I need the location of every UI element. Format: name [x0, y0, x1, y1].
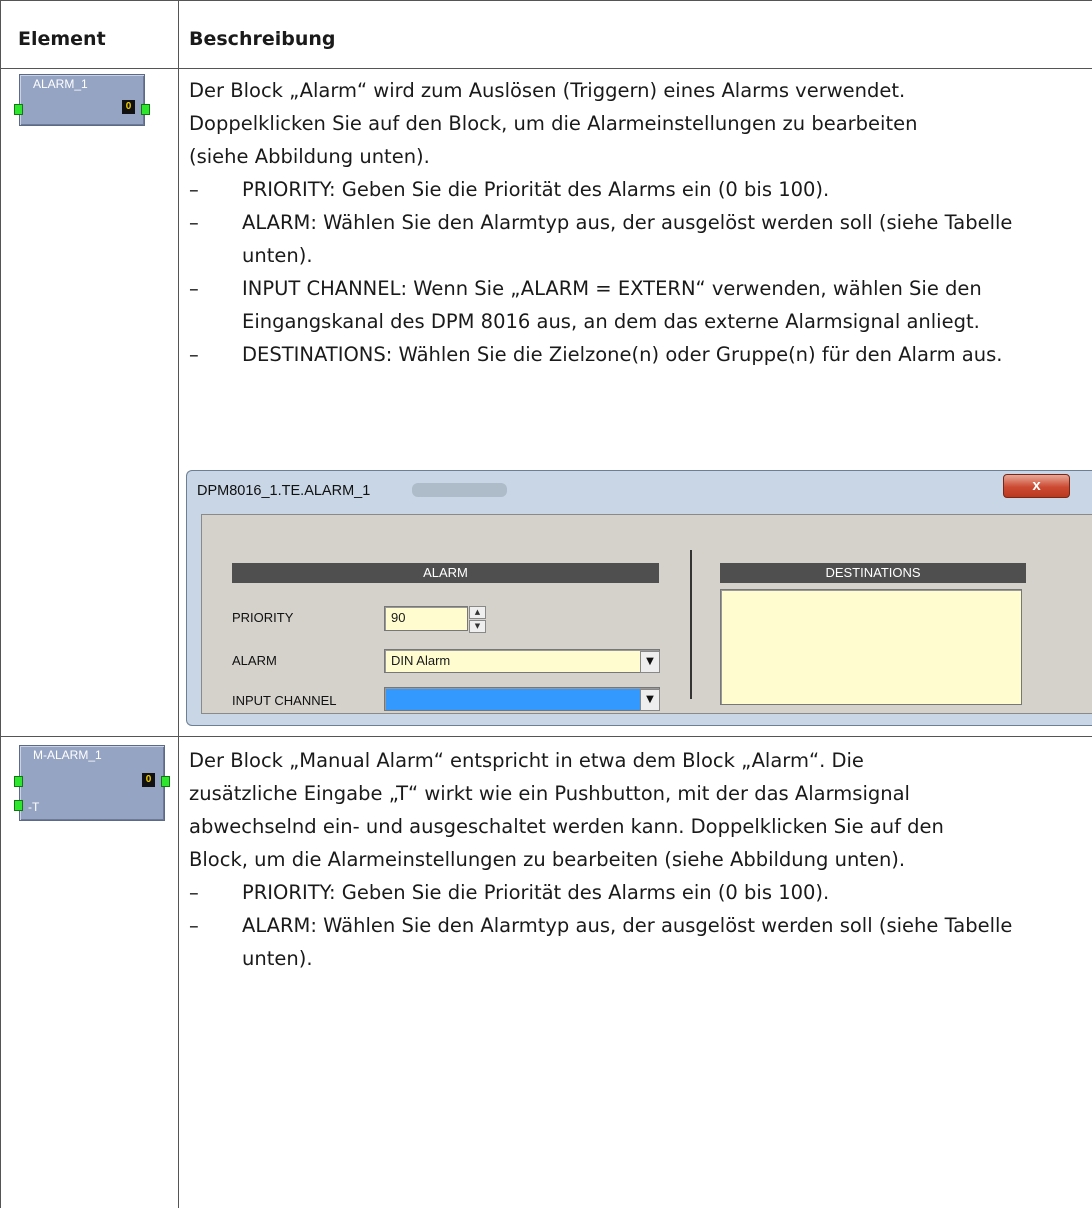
intro-line: Der Block „Alarm“ wird zum Auslösen (Tri…: [189, 79, 906, 102]
dialog-client-area: ALARM DESTINATIONS PRIORITY 90 ▲ ▼ ALARM…: [201, 514, 1092, 714]
chevron-down-icon[interactable]: ▼: [640, 651, 660, 673]
manual-alarm-description: Der Block „Manual Alarm“ entspricht in e…: [189, 744, 1084, 975]
vertical-divider: [690, 550, 692, 699]
block-title: M-ALARM_1: [33, 748, 102, 762]
input-channel-select[interactable]: [384, 687, 660, 711]
dash: –: [189, 881, 199, 904]
list-item-text: PRIORITY: Geben Sie die Priorität des Al…: [242, 178, 830, 201]
list-item-text: INPUT CHANNEL: Wenn Sie „ALARM = EXTERN“…: [242, 277, 982, 333]
dash: –: [189, 211, 199, 234]
intro-line: abwechselnd ein- und ausgeschaltet werde…: [189, 815, 944, 838]
destinations-section-header: DESTINATIONS: [720, 563, 1026, 583]
header-description: Beschreibung: [189, 28, 336, 50]
alarm-section-header: ALARM: [232, 563, 659, 583]
alarm-label: ALARM: [232, 653, 277, 668]
chevron-down-icon[interactable]: ▼: [640, 689, 660, 711]
close-button[interactable]: x: [1003, 474, 1070, 498]
list-item: – ALARM: Wählen Sie den Alarmtyp aus, der…: [189, 206, 1084, 272]
spin-up-icon[interactable]: ▲: [469, 606, 486, 619]
priority-label: PRIORITY: [232, 610, 294, 625]
input-pin[interactable]: [14, 776, 23, 787]
intro-line: Block, um die Alarmeinstellungen zu bear…: [189, 848, 906, 871]
blurred-title-area: [412, 483, 507, 497]
content-table: Element Beschreibung ALARM_1 0 Der Block…: [0, 0, 1092, 1208]
dash: –: [189, 178, 199, 201]
row-separator: [0, 736, 1092, 737]
dash: –: [189, 343, 199, 366]
intro-line: Der Block „Manual Alarm“ entspricht in e…: [189, 749, 864, 772]
list-item: – PRIORITY: Geben Sie die Priorität des A…: [189, 876, 1084, 909]
list-item: – INPUT CHANNEL: Wenn Sie „ALARM = EXTERN…: [189, 272, 1084, 338]
output-pin[interactable]: [161, 776, 170, 787]
manual-alarm-block[interactable]: M-ALARM_1 0 -T: [19, 745, 165, 821]
table-top-border: [0, 0, 1092, 1]
priority-spinner[interactable]: ▲ ▼: [469, 606, 486, 633]
destinations-list[interactable]: [720, 589, 1022, 705]
block-counter: 0: [142, 773, 155, 787]
table-left-border: [0, 0, 1, 1208]
list-item-text: ALARM: Wählen Sie den Alarmtyp aus, der …: [242, 211, 1013, 267]
column-separator: [178, 0, 179, 1208]
dash: –: [189, 277, 199, 300]
header-element: Element: [18, 28, 106, 50]
input-pin[interactable]: [14, 104, 23, 115]
dash: –: [189, 914, 199, 937]
alarm-description: Der Block „Alarm“ wird zum Auslösen (Tri…: [189, 74, 1084, 371]
alarm-select[interactable]: DIN Alarm: [384, 649, 660, 673]
dialog-title: DPM8016_1.TE.ALARM_1: [197, 483, 371, 499]
list-item: – PRIORITY: Geben Sie die Priorität des A…: [189, 173, 1084, 206]
list-item: – ALARM: Wählen Sie den Alarmtyp aus, der…: [189, 909, 1084, 975]
intro-line: zusätzliche Eingabe „T“ wirkt wie ein Pu…: [189, 782, 910, 805]
list-item-text: ALARM: Wählen Sie den Alarmtyp aus, der …: [242, 914, 1013, 970]
input-channel-label: INPUT CHANNEL: [232, 693, 337, 708]
block-input-label: -T: [28, 800, 40, 814]
list-item-text: DESTINATIONS: Wählen Sie die Zielzone(n)…: [242, 343, 1003, 366]
header-bottom-border: [0, 68, 1092, 69]
output-pin[interactable]: [141, 104, 150, 115]
alarm-settings-dialog: DPM8016_1.TE.ALARM_1 x ALARM DESTINATION…: [186, 470, 1092, 726]
t-input-pin[interactable]: [14, 800, 23, 811]
spin-down-icon[interactable]: ▼: [469, 620, 486, 633]
list-item: – DESTINATIONS: Wählen Sie die Zielzone(n…: [189, 338, 1084, 371]
intro-line: (siehe Abbildung unten).: [189, 145, 430, 168]
intro-line: Doppelklicken Sie auf den Block, um die …: [189, 112, 918, 135]
block-title: ALARM_1: [33, 77, 88, 91]
block-counter: 0: [122, 100, 135, 114]
priority-field[interactable]: 90: [384, 606, 468, 631]
list-item-text: PRIORITY: Geben Sie die Priorität des Al…: [242, 881, 830, 904]
alarm-block[interactable]: ALARM_1 0: [19, 74, 145, 126]
